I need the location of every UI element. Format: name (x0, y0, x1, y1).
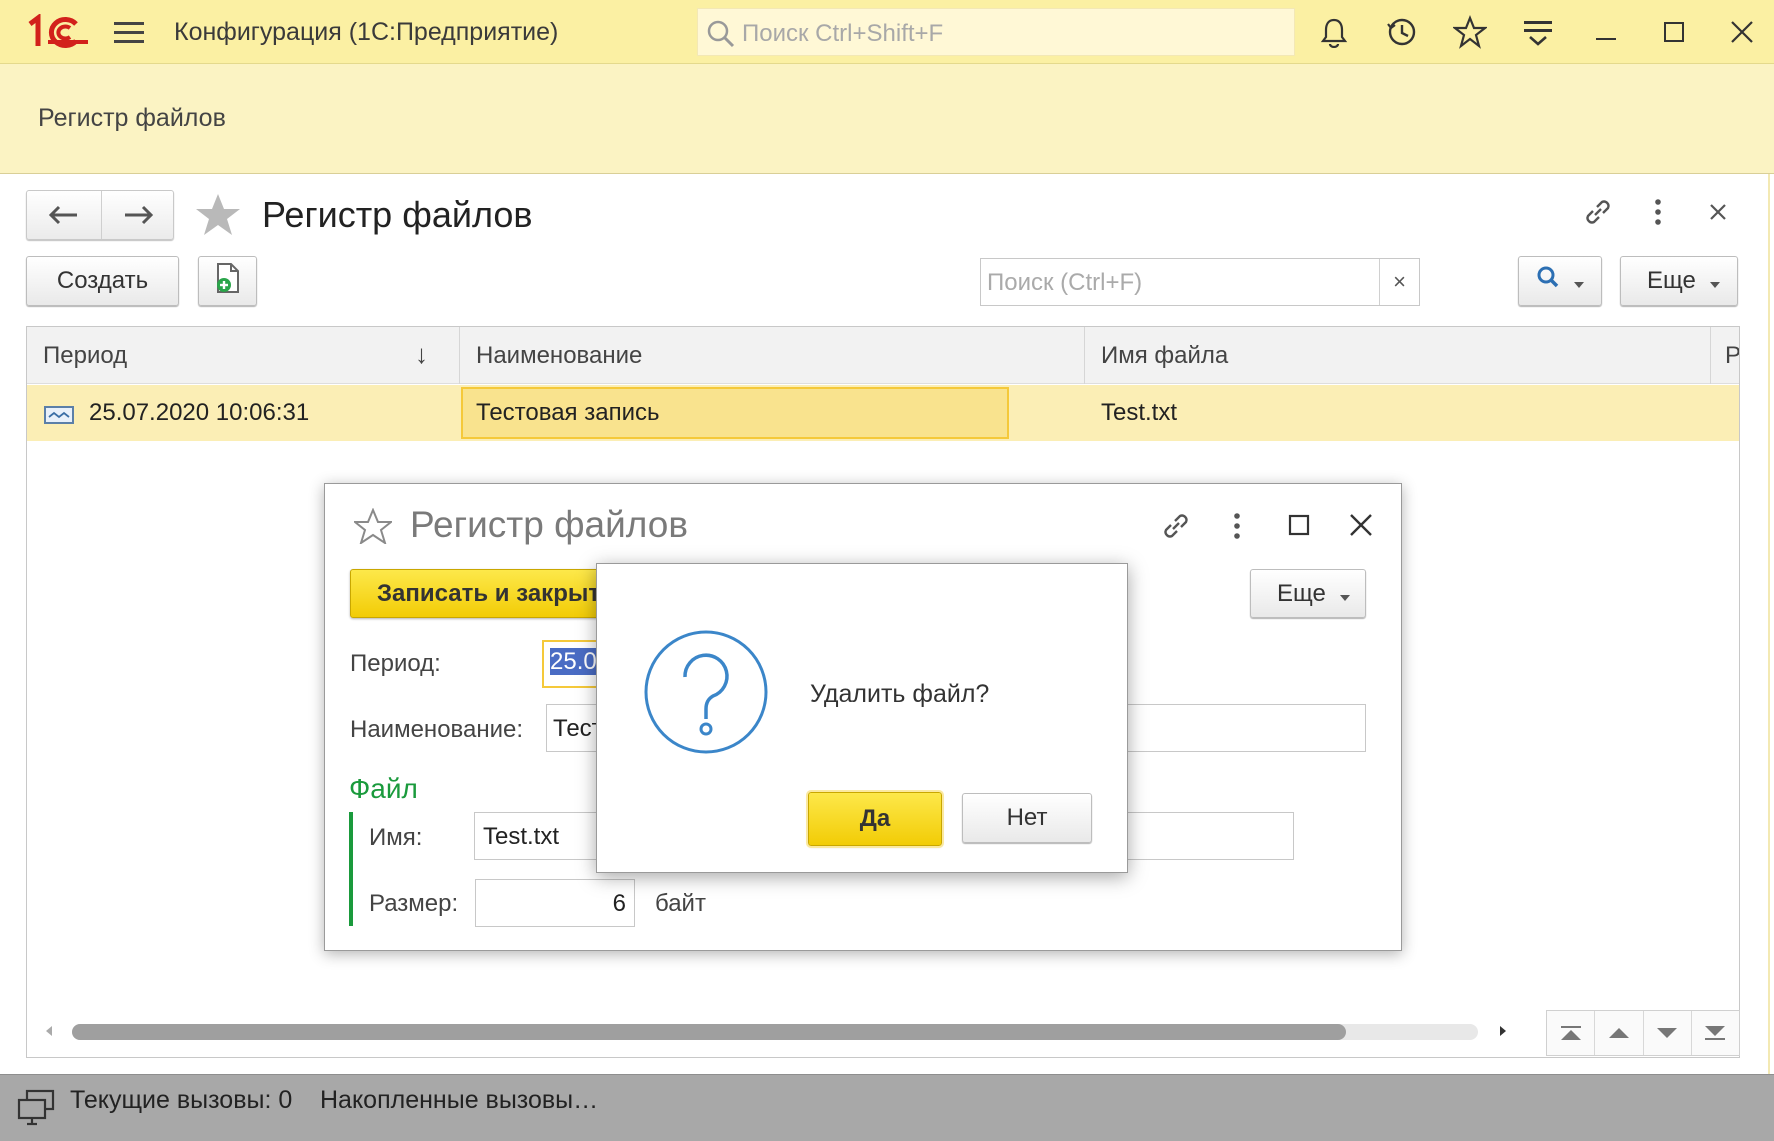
cell-name[interactable]: Тестовая запись (476, 399, 659, 427)
nav-buttons (26, 190, 174, 240)
dropdown-arrow-icon (1709, 267, 1720, 295)
file-group-title: Файл (349, 773, 418, 804)
back-arrow-icon[interactable] (47, 203, 81, 232)
record-more-label: Еще (1277, 579, 1326, 607)
forward-arrow-icon[interactable] (121, 203, 155, 232)
maximize-icon[interactable] (1656, 14, 1692, 50)
bell-icon[interactable] (1316, 14, 1352, 50)
filename-value: Test.txt (483, 823, 560, 850)
name-label: Наименование: (350, 716, 524, 743)
current-calls-text: Текущие вызовы: 0 (70, 1086, 293, 1114)
link-icon[interactable] (1580, 194, 1616, 235)
size-value: 6 (612, 890, 626, 917)
app-title: Конфигурация (1С:Предприятие) (174, 18, 559, 46)
table-header: Период ↓ Наименование Имя файла Р (27, 327, 1739, 384)
global-search-input[interactable]: Поиск Ctrl+Shift+F (697, 8, 1295, 56)
add-file-icon (213, 262, 243, 301)
close-app-icon[interactable] (1724, 14, 1760, 50)
dialog-message: Удалить файл? (810, 680, 990, 708)
functions-menu-icon[interactable] (1520, 14, 1556, 50)
1c-logo-icon[interactable] (26, 13, 90, 50)
record-icon (44, 406, 74, 429)
size-label: Размер: (369, 890, 459, 917)
history-icon[interactable] (1384, 14, 1420, 50)
first-page-icon[interactable] (1547, 1011, 1596, 1055)
cell-period[interactable]: 25.07.2020 10:06:31 (89, 399, 309, 427)
more-actions-icon[interactable] (1650, 196, 1666, 233)
create-button[interactable]: Создать (26, 256, 179, 306)
column-header-size[interactable]: Р (1725, 342, 1739, 370)
menu-icon[interactable] (114, 22, 144, 44)
close-form-icon[interactable] (1706, 200, 1730, 229)
global-search-placeholder: Поиск Ctrl+Shift+F (742, 20, 944, 47)
record-favorite-star-icon[interactable] (352, 507, 394, 549)
search-icon (706, 19, 736, 54)
accumulated-calls-text[interactable]: Накопленные вызовы… (320, 1086, 598, 1115)
horizontal-scrollbar[interactable] (72, 1024, 1478, 1040)
monitor-icon[interactable] (16, 1088, 56, 1133)
size-unit-label: байт (655, 890, 706, 917)
record-close-icon[interactable] (1346, 510, 1376, 545)
file-group-bar (349, 812, 353, 926)
record-maximize-icon[interactable] (1284, 510, 1314, 545)
column-header-filename[interactable]: Имя файла (1101, 342, 1228, 370)
record-more-button[interactable]: Еще (1250, 569, 1366, 618)
favorite-star-icon[interactable] (194, 192, 242, 243)
scroll-left-icon[interactable] (44, 1024, 54, 1043)
scroll-right-icon[interactable] (1498, 1024, 1508, 1043)
record-more-actions-icon[interactable] (1229, 510, 1245, 547)
clear-search-button[interactable]: × (1379, 259, 1419, 305)
column-header-name[interactable]: Наименование (476, 342, 642, 370)
last-page-icon[interactable] (1692, 1011, 1739, 1055)
more-menu-button[interactable]: Еще (1620, 256, 1738, 306)
page-up-icon[interactable] (1595, 1011, 1644, 1055)
filename-label: Имя: (369, 824, 423, 851)
record-link-icon[interactable] (1158, 508, 1194, 549)
size-field[interactable]: 6 (475, 879, 635, 927)
record-form-title: Регистр файлов (410, 504, 689, 545)
yes-button[interactable]: Да (806, 790, 944, 848)
column-header-period[interactable]: Период (43, 342, 127, 370)
minimize-icon[interactable] (1588, 14, 1624, 50)
more-menu-label: Еще (1647, 267, 1696, 294)
section-panel (0, 64, 1774, 174)
table-row[interactable]: 25.07.2020 10:06:31 Тестовая запись Test… (27, 385, 1739, 441)
dropdown-arrow-icon (1574, 267, 1584, 295)
search-options-button[interactable] (1518, 256, 1602, 306)
list-search-placeholder: Поиск (Ctrl+F) (987, 269, 1143, 296)
table-pager (1546, 1010, 1740, 1056)
list-search-input[interactable]: Поиск (Ctrl+F) × (980, 258, 1420, 306)
section-title[interactable]: Регистр файлов (38, 104, 226, 133)
cell-filename[interactable]: Test.txt (1101, 399, 1177, 427)
no-button[interactable]: Нет (962, 793, 1092, 843)
form-title: Регистр файлов (262, 194, 533, 235)
create-from-file-button[interactable] (198, 256, 257, 306)
sort-indicator-icon: ↓ (415, 339, 428, 369)
page-down-icon[interactable] (1644, 1011, 1692, 1055)
period-label: Период: (350, 650, 441, 677)
favorites-star-icon[interactable] (1452, 14, 1488, 50)
question-icon (643, 629, 769, 760)
dropdown-arrow-icon (1339, 580, 1350, 608)
search-icon (1536, 265, 1564, 298)
save-and-close-button[interactable]: Записать и закрыть (350, 569, 602, 618)
